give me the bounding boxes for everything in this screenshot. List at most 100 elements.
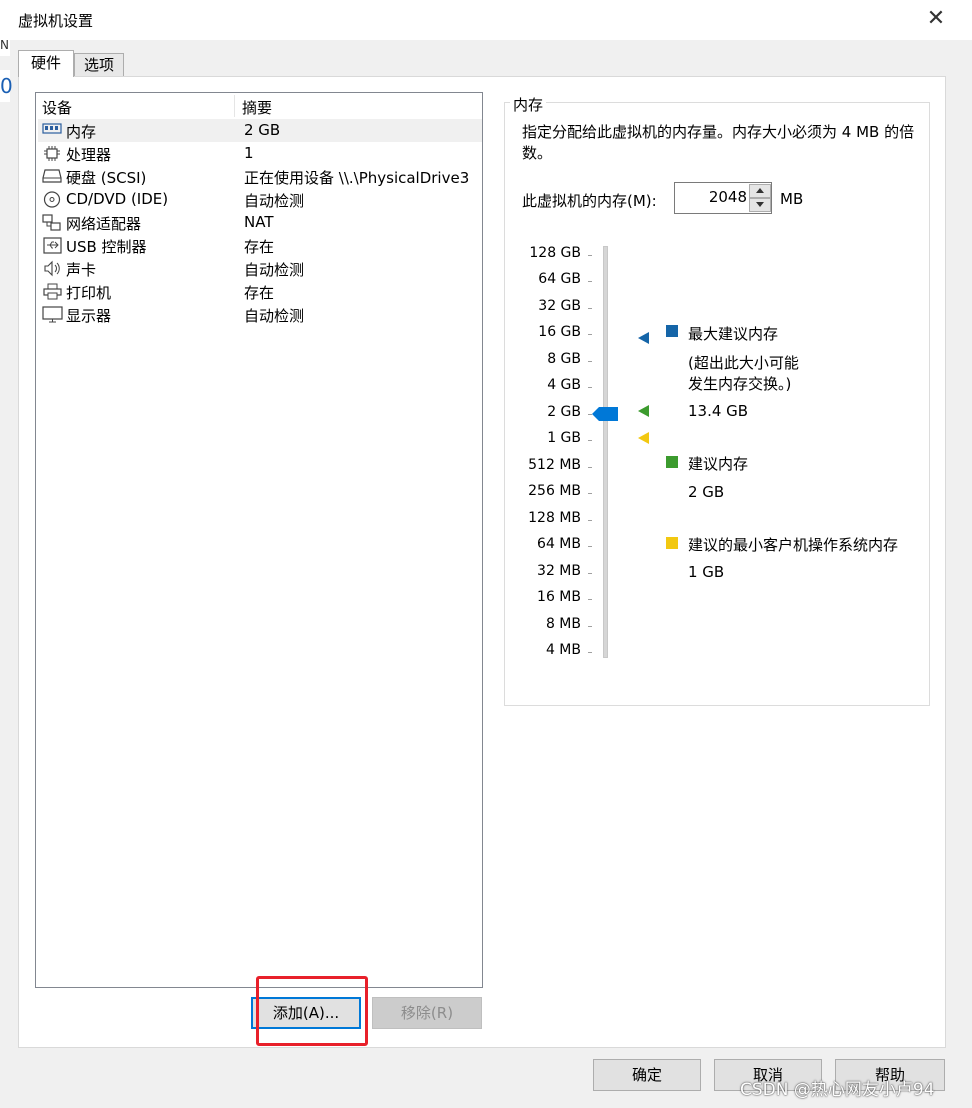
- ok-button[interactable]: 确定: [593, 1059, 701, 1091]
- memory-scale-tick-mark: [588, 625, 592, 627]
- memory-scale-tick-mark: [588, 334, 592, 336]
- close-icon[interactable]: ✕: [922, 6, 950, 34]
- memory-group-title: 内存: [510, 94, 547, 115]
- device-list[interactable]: 设备 摘要 内存 2 GB 处理器 1 硬盘 (SCSI) 正在使用设备 \\.…: [35, 92, 483, 988]
- remove-device-button[interactable]: 移除(R): [372, 997, 482, 1029]
- device-row-hard-disk[interactable]: 硬盘 (SCSI) 正在使用设备 \\.\PhysicalDrive3: [38, 165, 482, 188]
- device-name: 处理器: [66, 146, 112, 164]
- max-recommended-legend-square: [666, 325, 678, 337]
- memory-scale-tick-label: 8 GB: [547, 350, 581, 367]
- memory-scale-tick-mark: [588, 307, 592, 309]
- device-row-sound-card[interactable]: 声卡 自动检测: [38, 257, 482, 280]
- device-summary: 存在: [244, 284, 275, 302]
- memory-scale-tick-mark: [588, 255, 592, 256]
- memory-scale-tick-mark: [588, 652, 592, 654]
- device-summary: 存在: [244, 238, 275, 256]
- memory-scale-tick-mark: [588, 360, 592, 362]
- memory-scale-tick-label: 16 GB: [538, 324, 581, 341]
- memory-scale-tick-mark: [588, 572, 592, 574]
- memory-scale-tick-mark: [588, 281, 592, 283]
- memory-slider-track[interactable]: [603, 246, 608, 658]
- tab-options[interactable]: 选项: [74, 53, 124, 76]
- network-adapter-icon: [42, 214, 62, 231]
- memory-scale-tick-mark: [588, 466, 592, 468]
- printer-icon: [42, 283, 62, 300]
- device-row-printer[interactable]: 打印机 存在: [38, 280, 482, 303]
- memory-value-input[interactable]: 2048: [675, 188, 747, 206]
- processor-icon: [42, 145, 62, 162]
- device-summary: 2 GB: [244, 121, 281, 139]
- device-row-display[interactable]: 显示器 自动检测: [38, 303, 482, 326]
- memory-scale-tick-label: 4 MB: [545, 642, 581, 659]
- min-guest-legend-square: [666, 537, 678, 549]
- max-recommended-marker-icon: [638, 332, 649, 344]
- memory-scale-tick-mark: [588, 519, 592, 521]
- spin-up-arrow-icon: [756, 188, 764, 193]
- column-header-device[interactable]: 设备: [42, 97, 72, 118]
- memory-scale-tick-label: 512 MB: [528, 456, 581, 473]
- max-recommended-note-2: 发生内存交换。): [688, 375, 792, 393]
- memory-description: 指定分配给此虚拟机的内存量。内存大小必须为 4 MB 的倍数。: [522, 123, 915, 162]
- spin-down-button[interactable]: [749, 198, 771, 212]
- usb-icon: [42, 237, 62, 254]
- memory-scale-tick-label: 32 MB: [537, 562, 581, 579]
- memory-scale-tick-label: 8 MB: [545, 615, 581, 632]
- device-name: 网络适配器: [66, 215, 142, 233]
- memory-icon: [42, 122, 62, 139]
- title-bar: 虚拟机设置 ✕: [0, 0, 972, 40]
- max-recommended-note-1: (超出此大小可能: [688, 354, 799, 372]
- memory-unit: MB: [780, 190, 804, 208]
- memory-scale-tick-label: 128 GB: [529, 245, 581, 261]
- memory-scale-tick-label: 16 MB: [537, 589, 581, 606]
- highlight-annotation-box: [256, 976, 368, 1046]
- column-header-summary[interactable]: 摘要: [242, 97, 272, 118]
- memory-scale-tick-label: 4 GB: [547, 377, 581, 394]
- memory-scale-tick-label: 64 MB: [537, 536, 581, 553]
- memory-scale-tick-label: 2 GB: [547, 403, 581, 420]
- memory-spinbox[interactable]: 2048: [674, 182, 772, 214]
- column-divider[interactable]: [234, 95, 235, 117]
- max-recommended-label: 最大建议内存: [688, 325, 779, 343]
- device-row-usb-controller[interactable]: USB 控制器 存在: [38, 234, 482, 257]
- device-name: 显示器: [66, 307, 112, 325]
- memory-scale-tick-mark: [588, 546, 592, 548]
- device-summary: 1: [244, 144, 254, 162]
- max-recommended-value: 13.4 GB: [688, 402, 749, 420]
- min-guest-value: 1 GB: [688, 563, 725, 581]
- display-icon: [42, 306, 63, 323]
- memory-scale-tick-label: 128 MB: [528, 509, 581, 526]
- hard-disk-icon: [42, 168, 62, 185]
- device-row-memory[interactable]: 内存 2 GB: [38, 119, 482, 142]
- memory-scale-tick-label: 64 GB: [538, 271, 581, 288]
- sound-card-icon: [42, 260, 62, 277]
- min-guest-label: 建议的最小客户机操作系统内存: [688, 536, 899, 554]
- device-summary: 自动检测: [244, 307, 305, 325]
- device-name: 内存: [66, 123, 97, 141]
- memory-field-label: 此虚拟机的内存(M):: [522, 192, 657, 210]
- virtual-machine-settings-dialog: 虚拟机设置 ✕ 0 N 硬件 选项 设备 摘要 内存 2 GB 处理器 1 硬盘…: [0, 0, 972, 1108]
- memory-scale-tick-label: 256 MB: [528, 483, 581, 500]
- background-window-fragment: 0: [0, 70, 13, 102]
- memory-slider-thumb[interactable]: [592, 406, 618, 421]
- device-row-cd-dvd[interactable]: CD/DVD (IDE) 自动检测: [38, 188, 482, 211]
- dialog-title: 虚拟机设置: [18, 12, 94, 30]
- device-row-processor[interactable]: 处理器 1: [38, 142, 482, 165]
- memory-scale-tick-mark: [588, 440, 592, 442]
- recommended-label: 建议内存: [688, 455, 749, 473]
- device-summary: 正在使用设备 \\.\PhysicalDrive3: [244, 169, 470, 187]
- device-name: 硬盘 (SCSI): [66, 169, 147, 187]
- device-row-network-adapter[interactable]: 网络适配器 NAT: [38, 211, 482, 234]
- spin-up-button[interactable]: [749, 184, 771, 198]
- background-window-fragment-2: N: [0, 38, 10, 56]
- device-summary: 自动检测: [244, 261, 305, 279]
- recommended-marker-icon: [638, 405, 649, 417]
- spin-down-arrow-icon: [756, 202, 764, 207]
- min-guest-marker-icon: [638, 432, 649, 444]
- device-name: 打印机: [66, 284, 112, 302]
- device-name: 声卡: [66, 261, 97, 279]
- tab-hardware[interactable]: 硬件: [18, 50, 74, 77]
- memory-scale-tick-label: 32 GB: [538, 297, 581, 314]
- device-summary: NAT: [244, 213, 274, 231]
- device-name: CD/DVD (IDE): [66, 190, 169, 208]
- memory-scale-tick-mark: [588, 493, 592, 495]
